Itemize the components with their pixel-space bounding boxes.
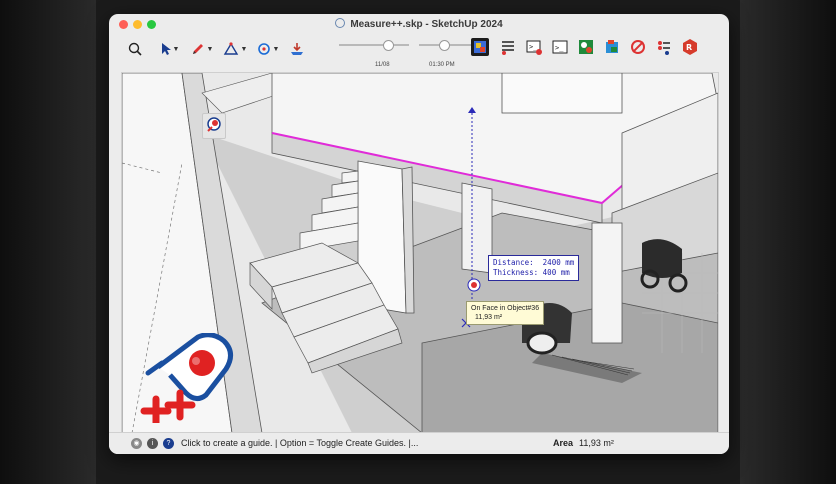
extension-warehouse-icon[interactable] (577, 38, 595, 56)
orbit-icon (257, 43, 270, 55)
svg-text:>_: >_ (529, 43, 538, 51)
measure-plus-plus-logo (140, 333, 233, 423)
info-icon[interactable]: i (147, 438, 158, 449)
measurements-value[interactable]: 11,93 m² (579, 438, 614, 448)
instructor-icon[interactable]: ? (163, 438, 174, 449)
download-button[interactable] (287, 38, 307, 60)
status-hint: Click to create a guide. | Option = Togg… (181, 438, 419, 448)
svg-text:R: R (686, 43, 692, 52)
rebar-icon[interactable]: R (681, 38, 699, 56)
measurements-label: Area (553, 438, 574, 448)
inference-tooltip: On Face in Object#36 11,93 m² (466, 301, 545, 325)
geo-location-icon[interactable]: ◉ (131, 438, 142, 449)
shadow-date-label: 11/08 (375, 62, 390, 68)
shape-tool-button[interactable]: ▼ (221, 38, 249, 60)
shadow-time-knob[interactable] (439, 40, 450, 51)
ruby-console-stop-icon[interactable]: >_ (525, 38, 543, 56)
shadow-time-label: 01:30 PM (429, 62, 455, 68)
chevron-down-icon: ▼ (240, 45, 248, 53)
select-tool-button[interactable]: ▼ (157, 38, 183, 60)
pencil-tool-button[interactable]: ▼ (189, 38, 215, 60)
search-icon (128, 42, 142, 56)
chevron-down-icon: ▼ (172, 45, 180, 53)
svg-text:>_: >_ (555, 44, 564, 52)
status-bar: ◉ i ? Click to create a guide. | Option … (109, 432, 729, 454)
pencil-icon (192, 44, 203, 54)
chevron-down-icon: ▼ (272, 45, 280, 53)
toolbar: ▼ ▼ ▼ ▼ 11/08 01:30 PM >_ >_ R (109, 34, 729, 72)
inference-tooltip-title: On Face in Object#36 (471, 305, 540, 312)
extension-manager-icon[interactable] (603, 38, 621, 56)
download-icon (291, 43, 303, 55)
component-icon[interactable] (471, 38, 489, 56)
shadow-date-slider[interactable] (339, 40, 409, 51)
select-arrow-icon (161, 43, 171, 55)
document-icon (335, 18, 346, 28)
profile-builder-icon[interactable] (655, 38, 673, 56)
shape-icon (223, 42, 238, 55)
inference-tooltip-area: 11,93 m² (475, 314, 503, 321)
right-backdrop (740, 0, 836, 484)
sketchup-window: Measure++.skp - SketchUp 2024 ▼ ▼ ▼ ▼ 11… (109, 14, 729, 454)
orbit-tool-button[interactable]: ▼ (255, 38, 281, 60)
left-backdrop (0, 0, 96, 484)
shadow-date-knob[interactable] (383, 40, 394, 51)
ruby-console-icon[interactable]: >_ (551, 38, 569, 56)
drawing-viewport[interactable]: Distance: 2400 mm Thickness: 400 mm On F… (121, 72, 719, 434)
chevron-down-icon: ▼ (206, 45, 214, 53)
layers-list-icon[interactable] (499, 38, 517, 56)
window-title: Measure++.skp - SketchUp 2024 (109, 18, 729, 30)
zoom-tool-button[interactable] (125, 38, 145, 60)
measure-tool-icon[interactable] (629, 38, 647, 56)
title-bar: Measure++.skp - SketchUp 2024 (109, 14, 729, 34)
measurement-tag: Distance: 2400 mm Thickness: 400 mm (488, 255, 580, 281)
measure-mini-button[interactable] (202, 113, 226, 139)
